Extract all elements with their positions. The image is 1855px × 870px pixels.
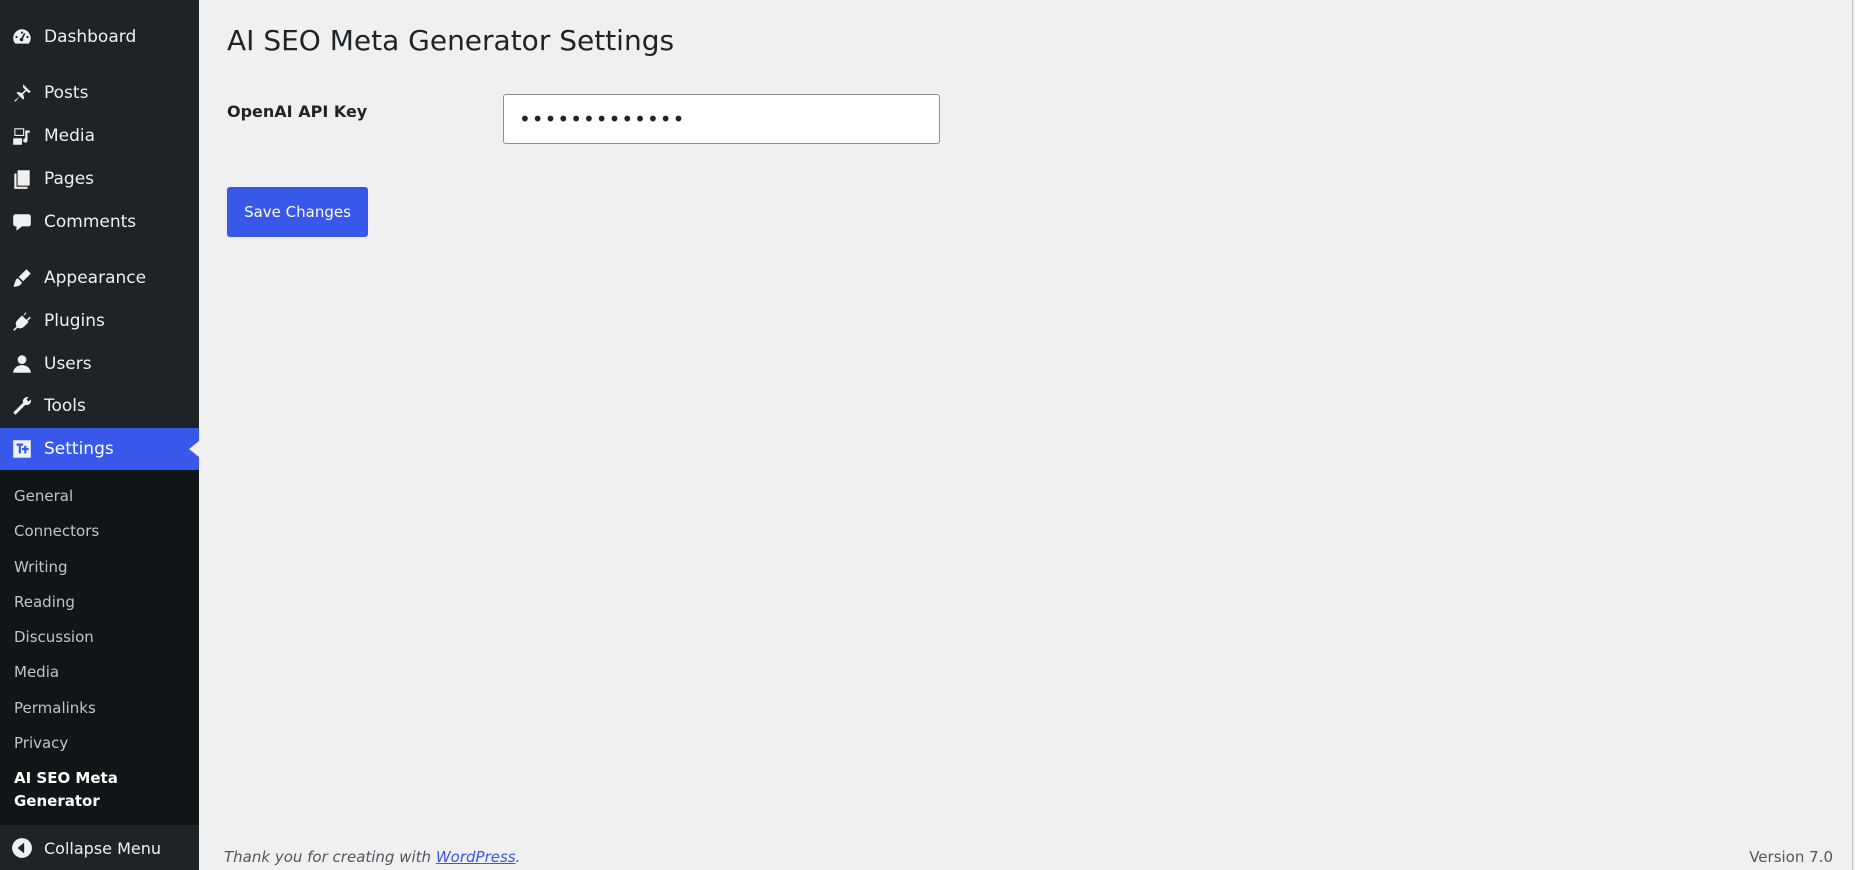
submenu-item-privacy[interactable]: Privacy — [14, 733, 194, 753]
page-title: AI SEO Meta Generator Settings — [227, 24, 675, 57]
menu-item-label: Users — [44, 354, 92, 374]
menu-item-comments[interactable]: Comments — [0, 201, 199, 243]
pin-icon — [0, 72, 44, 114]
menu-item-pages[interactable]: Pages — [0, 158, 199, 200]
collapse-menu-label: Collapse Menu — [44, 838, 162, 858]
submenu-item-reading[interactable]: Reading — [14, 592, 194, 612]
plug-icon — [0, 300, 44, 342]
api-key-label: OpenAI API Key — [227, 102, 368, 121]
menu-item-settings[interactable]: Settings — [0, 428, 199, 470]
menu-item-label: Plugins — [44, 311, 105, 331]
pages-icon — [0, 158, 44, 200]
menu-item-appearance[interactable]: Appearance — [0, 257, 199, 299]
footer-thanks-suffix: . — [515, 848, 521, 866]
media-icon — [0, 115, 44, 157]
wrench-icon — [0, 385, 44, 427]
wordpress-link[interactable]: WordPress — [436, 848, 516, 866]
submenu-item-discussion[interactable]: Discussion — [14, 627, 194, 647]
submenu-item-media[interactable]: Media — [14, 662, 194, 682]
footer-thanks: Thank you for creating with WordPress. — [224, 848, 520, 866]
submenu-item-label-line2: Generator — [14, 792, 100, 810]
footer-thanks-text: Thank you for creating with — [224, 848, 436, 866]
comment-icon — [0, 201, 44, 243]
submenu-item-general[interactable]: General — [14, 486, 194, 506]
collapse-menu-button[interactable]: Collapse Menu — [0, 826, 199, 870]
menu-item-tools[interactable]: Tools — [0, 385, 199, 427]
menu-item-label: Posts — [44, 83, 89, 103]
dashboard-icon — [0, 16, 44, 58]
submenu-item-writing[interactable]: Writing — [14, 557, 194, 577]
menu-item-label: Dashboard — [44, 27, 137, 47]
footer-version: Version 7.0 — [1749, 848, 1833, 866]
collapse-icon — [0, 837, 44, 859]
admin-sidebar: Dashboard Posts Media Pages Comments App… — [0, 0, 199, 870]
menu-item-label: Tools — [44, 396, 86, 416]
menu-item-posts[interactable]: Posts — [0, 72, 199, 114]
menu-item-label: Pages — [44, 169, 95, 189]
menu-item-plugins[interactable]: Plugins — [0, 300, 199, 342]
settings-icon — [0, 428, 44, 470]
save-changes-button[interactable]: Save Changes — [227, 187, 368, 237]
menu-item-label: Appearance — [44, 268, 147, 288]
user-icon — [0, 343, 44, 385]
api-key-input[interactable] — [503, 94, 940, 144]
menu-item-dashboard[interactable]: Dashboard — [0, 16, 199, 58]
menu-item-label: Comments — [44, 212, 137, 232]
current-arrow — [189, 441, 199, 457]
settings-submenu: General Connectors Writing Reading Discu… — [0, 470, 199, 825]
menu-item-label: Settings — [44, 439, 114, 459]
submenu-item-ai-seo-meta-generator[interactable]: AI SEO Meta Generator — [14, 767, 194, 813]
submenu-item-permalinks[interactable]: Permalinks — [14, 698, 194, 718]
submenu-item-connectors[interactable]: Connectors — [14, 521, 194, 541]
submenu-item-label-line1: AI SEO Meta — [14, 769, 118, 787]
menu-item-users[interactable]: Users — [0, 343, 199, 385]
menu-item-label: Media — [44, 126, 96, 146]
menu-item-media[interactable]: Media — [0, 115, 199, 157]
brush-icon — [0, 257, 44, 299]
